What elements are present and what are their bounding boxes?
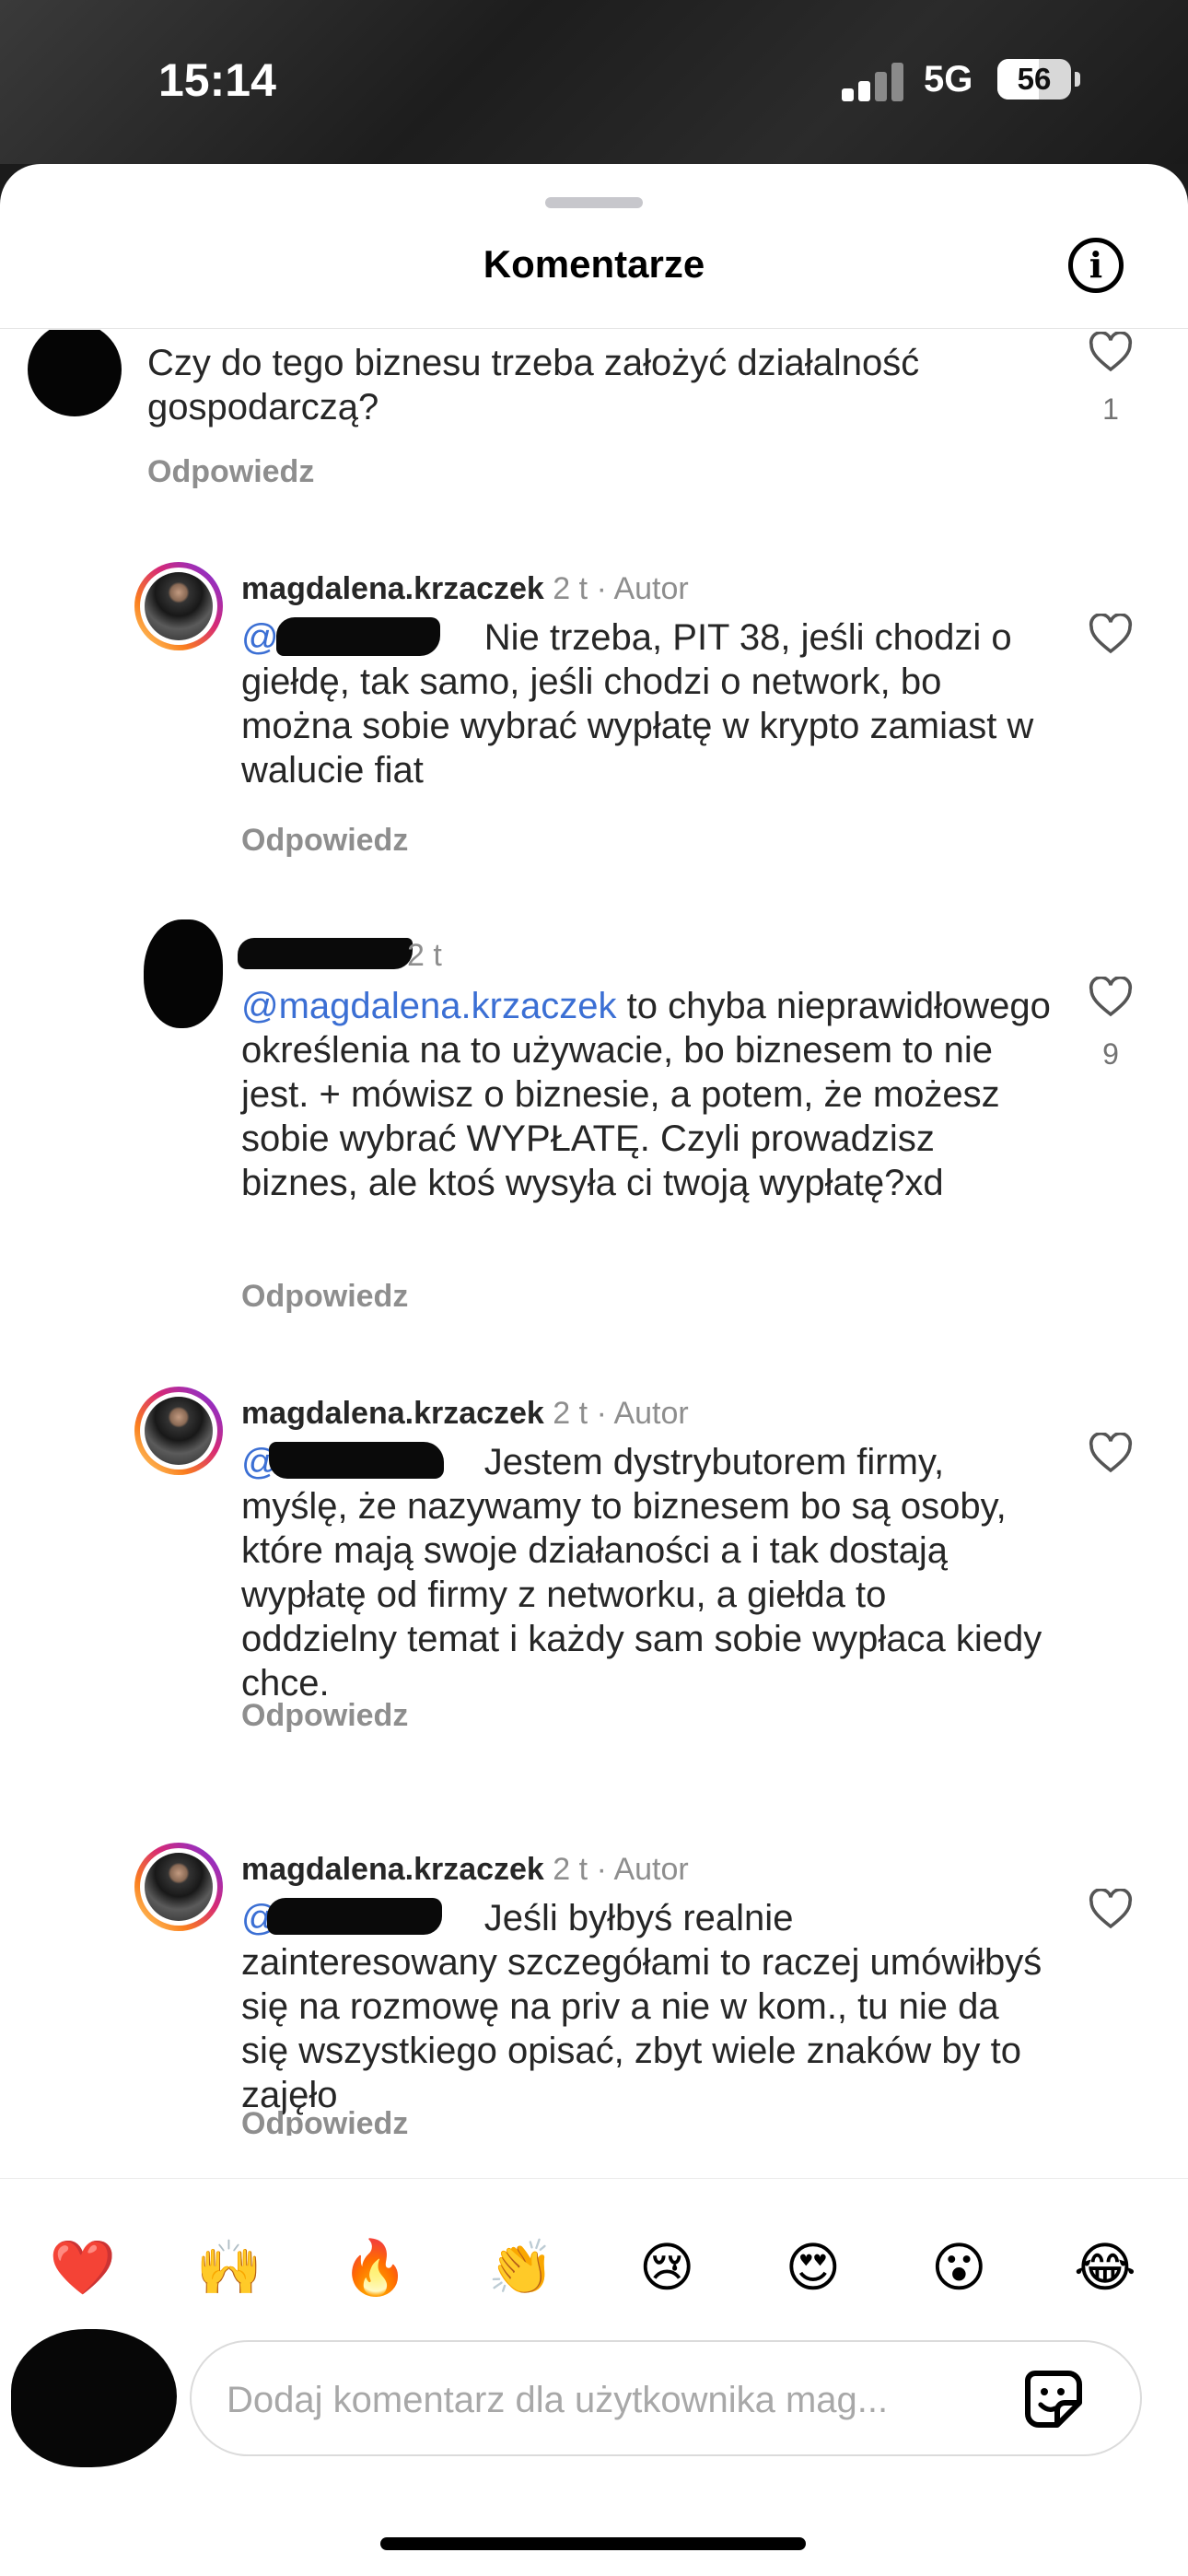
author-badge: · Autor [596, 1852, 689, 1887]
battery-level: 56 [1017, 62, 1052, 96]
home-indicator[interactable] [380, 2537, 806, 2550]
redacted-mention [267, 1898, 442, 1935]
like-count: 9 [1102, 1037, 1119, 1071]
sheet-grabber[interactable] [545, 197, 643, 208]
comment-text: Czy do tego biznesu trzeba założyć dział… [147, 343, 920, 427]
avatar[interactable] [134, 562, 223, 650]
redacted-mention [276, 617, 440, 656]
reply-button[interactable]: Odpowiedz [147, 454, 314, 490]
username[interactable]: magdalena.krzaczek [241, 571, 544, 606]
username[interactable]: magdalena.krzaczek [241, 1396, 544, 1431]
timestamp: 2 t [553, 1396, 588, 1431]
battery-tip [1075, 72, 1080, 87]
redacted-mention [269, 1442, 444, 1479]
sticker-button[interactable] [1020, 2366, 1087, 2432]
header-divider [0, 328, 1188, 329]
battery-icon: 56 [997, 59, 1071, 100]
heart-icon [1089, 1889, 1133, 1929]
heart-icon [1089, 614, 1133, 654]
timestamp: 2 t [407, 938, 442, 973]
timestamp: 2 t [553, 571, 588, 606]
info-icon[interactable]: i [1068, 238, 1124, 293]
avatar[interactable] [134, 1843, 223, 1931]
author-badge: · Autor [596, 571, 689, 606]
avatar[interactable] [28, 330, 122, 416]
status-bar: 15:14 5G 56 [0, 0, 1188, 164]
redacted-username [238, 938, 413, 969]
comment-composer [190, 2340, 1142, 2456]
sticker-icon [1025, 2371, 1082, 2428]
raising-hands-icon[interactable]: 🙌 [192, 2231, 266, 2304]
network-type: 5G [924, 59, 973, 100]
quick-reactions: ❤️ 🙌 🔥 👏 😢 😍 😮 😂 [46, 2221, 1142, 2313]
comments-sheet: Komentarze i Czy do tego biznesu trzeba … [0, 164, 1188, 2576]
fire-icon[interactable]: 🔥 [338, 2231, 412, 2304]
reply-button[interactable]: Odpowiedz [241, 1279, 408, 1315]
comment-meta: magdalena.krzaczek 2 t · Autor [241, 1852, 689, 1888]
reaction-divider [0, 2178, 1188, 2179]
like-button[interactable]: 1 [1083, 332, 1138, 427]
avatar[interactable] [134, 1387, 223, 1475]
comment-meta: magdalena.krzaczek 2 t · Autor [241, 571, 689, 607]
avatar[interactable] [144, 919, 223, 1028]
red-heart-icon[interactable]: ❤️ [46, 2231, 120, 2304]
comment-meta: magdalena.krzaczek 2 t · Autor [241, 1396, 689, 1432]
reply-button[interactable]: Odpowiedz [241, 823, 408, 859]
status-time: 15:14 [158, 54, 276, 106]
heart-eyes-icon[interactable]: 😍 [776, 2231, 850, 2304]
author-badge: · Autor [596, 1396, 689, 1431]
surprised-face-icon[interactable]: 😮 [922, 2231, 996, 2304]
cellular-signal-icon [842, 63, 906, 101]
like-button[interactable]: 9 [1083, 977, 1138, 1071]
clapping-hands-icon[interactable]: 👏 [484, 2231, 558, 2304]
comment-body: @ Jestem dystrybutorem firmy, myślę, że … [241, 1440, 1042, 1705]
like-button[interactable] [1083, 1433, 1138, 1493]
page-title: Komentarze [483, 242, 705, 286]
mention-link[interactable]: @ [241, 617, 279, 658]
user-avatar [11, 2329, 177, 2467]
heart-icon [1089, 977, 1133, 1017]
reply-button[interactable]: Odpowiedz [241, 1698, 408, 1734]
reply-button[interactable]: Odpowiedz [241, 2106, 408, 2136]
comment-body: @magdalena.krzaczek to chyba nieprawidło… [241, 984, 1052, 1205]
heart-icon [1089, 332, 1133, 372]
heart-icon [1089, 1433, 1133, 1473]
tears-of-joy-icon[interactable]: 😂 [1068, 2231, 1142, 2304]
crying-face-icon[interactable]: 😢 [630, 2231, 704, 2304]
like-button[interactable] [1083, 1889, 1138, 1950]
comment-text: Jestem dystrybutorem firmy, myślę, że na… [241, 1442, 1042, 1704]
like-button[interactable] [1083, 614, 1138, 674]
mention-link[interactable]: @magdalena.krzaczek [241, 986, 616, 1026]
username[interactable]: magdalena.krzaczek [241, 1852, 544, 1887]
like-count: 1 [1102, 392, 1119, 426]
comment-list[interactable]: Czy do tego biznesu trzeba założyć dział… [0, 330, 1188, 2136]
timestamp: 2 t [553, 1852, 588, 1887]
comment-input[interactable] [225, 2371, 965, 2429]
